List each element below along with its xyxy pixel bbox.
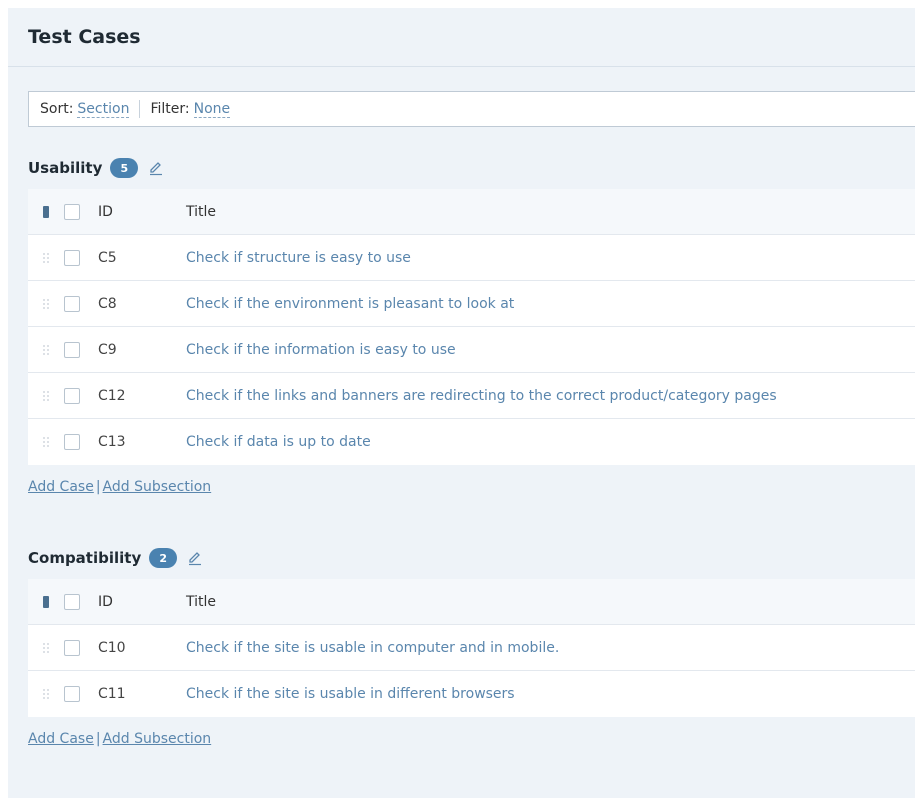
case-title-link[interactable]: Check if the site is usable in computer … <box>186 640 915 656</box>
actions-separator: | <box>95 731 101 747</box>
table-row: C12 Check if the links and banners are r… <box>28 373 915 419</box>
page-title: Test Cases <box>28 26 141 48</box>
drag-handle-icon[interactable] <box>42 344 50 356</box>
drag-handle-icon[interactable] <box>42 252 50 264</box>
section-actions: Add Case | Add Subsection <box>28 479 915 495</box>
add-subsection-link[interactable]: Add Subsection <box>103 731 212 747</box>
case-title-link[interactable]: Check if the site is usable in different… <box>186 686 915 702</box>
case-count-badge: 2 <box>149 548 178 568</box>
case-title-link[interactable]: Check if the environment is pleasant to … <box>186 296 915 312</box>
case-title-link[interactable]: Check if data is up to date <box>186 434 915 450</box>
sort-section-link[interactable]: Section <box>77 101 130 118</box>
table-row: C13 Check if data is up to date <box>28 419 915 465</box>
row-checkbox[interactable] <box>64 295 80 312</box>
case-title-link[interactable]: Check if the information is easy to use <box>186 342 915 358</box>
section-name: Compatibility <box>28 549 142 567</box>
column-header-title[interactable]: Title <box>186 204 915 220</box>
case-title-link[interactable]: Check if structure is easy to use <box>186 250 915 266</box>
table-header-row: ID Title <box>28 189 915 235</box>
drag-handle-icon[interactable] <box>42 390 50 402</box>
table-row: C8 Check if the environment is pleasant … <box>28 281 915 327</box>
add-case-link[interactable]: Add Case <box>28 479 94 495</box>
case-id: C9 <box>98 341 117 358</box>
section-name: Usability <box>28 159 103 177</box>
case-id: C5 <box>98 249 117 266</box>
row-checkbox[interactable] <box>64 387 80 404</box>
table-row: C10 Check if the site is usable in compu… <box>28 625 915 671</box>
row-checkbox[interactable] <box>64 341 80 358</box>
section-usability: Usability 5 ID Title C5 Check if structu… <box>28 153 915 495</box>
table-header-row: ID Title <box>28 579 915 625</box>
test-cases-panel: Test Cases Sort: Section Filter: None Us… <box>8 8 915 798</box>
pencil-icon[interactable] <box>187 550 203 566</box>
drag-handle-icon[interactable] <box>42 688 50 700</box>
case-title-link[interactable]: Check if the links and banners are redir… <box>186 388 915 404</box>
cases-table: ID Title C5 Check if structure is easy t… <box>28 189 915 465</box>
select-all-checkbox[interactable] <box>64 203 80 220</box>
column-header-id[interactable]: ID <box>98 594 186 610</box>
section-header: Compatibility 2 <box>28 543 915 573</box>
column-selector-icon[interactable] <box>43 205 49 218</box>
case-id: C11 <box>98 686 126 702</box>
table-row: C11 Check if the site is usable in diffe… <box>28 671 915 717</box>
case-count-badge: 5 <box>110 158 139 178</box>
table-row: C9 Check if the information is easy to u… <box>28 327 915 373</box>
drag-handle-icon[interactable] <box>42 298 50 310</box>
drag-handle-icon[interactable] <box>42 436 50 448</box>
sort-filter-bar: Sort: Section Filter: None <box>28 91 915 127</box>
toolbar-divider <box>139 100 141 118</box>
section-header: Usability 5 <box>28 153 915 183</box>
case-id: C13 <box>98 434 126 450</box>
section-compatibility: Compatibility 2 ID Title C10 Check if th… <box>28 543 915 747</box>
add-case-link[interactable]: Add Case <box>28 731 94 747</box>
table-row: C5 Check if structure is easy to use <box>28 235 915 281</box>
filter-label: Filter: <box>150 101 190 117</box>
section-actions: Add Case | Add Subsection <box>28 731 915 747</box>
row-checkbox[interactable] <box>64 686 80 702</box>
sort-label: Sort: <box>40 101 74 117</box>
column-selector-icon[interactable] <box>43 595 49 608</box>
select-all-checkbox[interactable] <box>64 593 80 610</box>
case-id: C10 <box>98 639 126 656</box>
case-id: C12 <box>98 387 126 404</box>
add-subsection-link[interactable]: Add Subsection <box>103 479 212 495</box>
panel-header: Test Cases <box>8 8 915 67</box>
pencil-icon[interactable] <box>148 160 164 176</box>
case-id: C8 <box>98 295 117 312</box>
drag-handle-icon[interactable] <box>42 642 50 654</box>
column-header-id[interactable]: ID <box>98 204 186 220</box>
row-checkbox[interactable] <box>64 639 80 656</box>
column-header-title[interactable]: Title <box>186 594 915 610</box>
row-checkbox[interactable] <box>64 249 80 266</box>
row-checkbox[interactable] <box>64 434 80 450</box>
filter-none-link[interactable]: None <box>193 101 231 118</box>
actions-separator: | <box>95 479 101 495</box>
cases-table: ID Title C10 Check if the site is usable… <box>28 579 915 717</box>
